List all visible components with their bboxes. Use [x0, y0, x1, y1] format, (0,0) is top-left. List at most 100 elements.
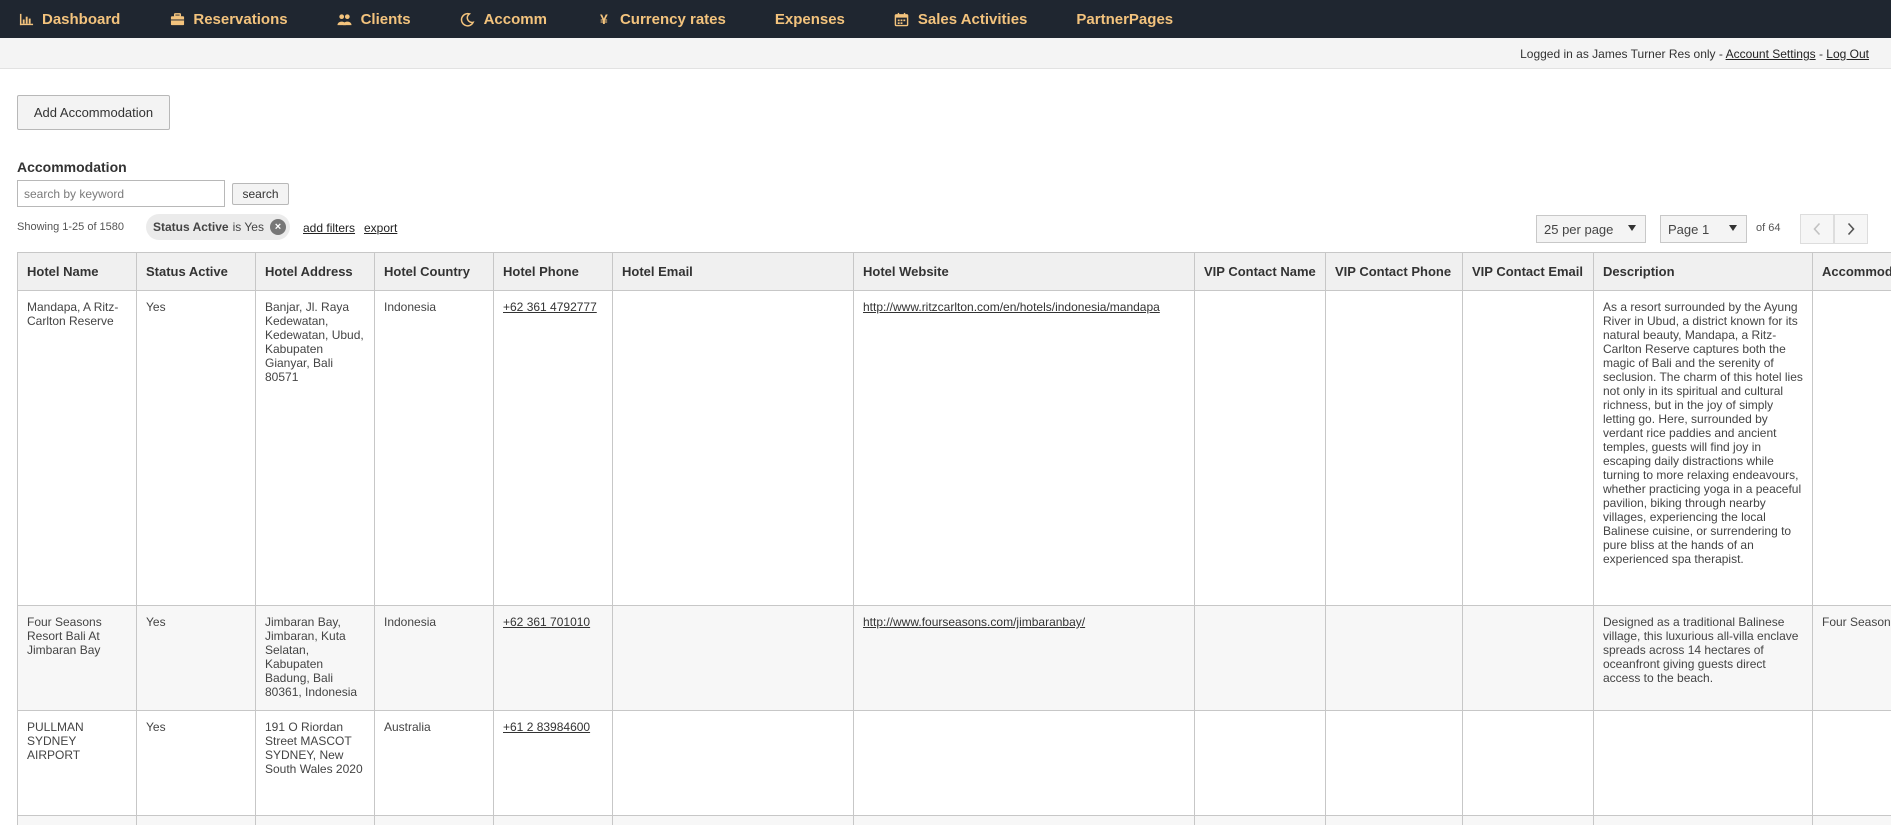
- phone-link[interactable]: +62 361 701010: [503, 615, 590, 629]
- nav-label: PartnerPages: [1076, 10, 1174, 28]
- cell-website: [853, 710, 1195, 816]
- filter-chip: Status Active is Yes ×: [146, 214, 290, 240]
- cell-vip-email: [1462, 710, 1594, 816]
- separator: -: [1815, 47, 1827, 61]
- cell-description: [1593, 710, 1813, 816]
- cell-accommodation: Four Seasons: [1812, 605, 1891, 711]
- search-button[interactable]: search: [232, 183, 289, 205]
- header-status-active[interactable]: Status Active: [136, 252, 256, 291]
- moon-icon: [460, 11, 476, 27]
- cell-accommodation: [1812, 710, 1891, 816]
- briefcase-icon: [169, 11, 185, 27]
- cell-vip-name: [1194, 290, 1326, 606]
- calendar-icon: [894, 11, 910, 27]
- cell-vip-phone: [1325, 710, 1463, 816]
- cell-email: [612, 710, 854, 816]
- nav-currency-rates[interactable]: ¥ Currency rates: [596, 11, 726, 28]
- nav-accomm[interactable]: Accomm: [460, 11, 547, 28]
- filter-field: Status Active: [153, 220, 229, 234]
- nav-label: Clients: [360, 10, 411, 28]
- cell-country: Australia: [374, 710, 494, 816]
- cell-website: http://www.fourseasons.com/jimbaranbay/: [853, 605, 1195, 711]
- nav-clients[interactable]: Clients: [337, 11, 411, 28]
- prev-page-button[interactable]: [1800, 214, 1834, 244]
- cell-vip-email: [1462, 290, 1594, 606]
- table-row[interactable]: [17, 815, 1891, 825]
- header-hotel-country[interactable]: Hotel Country: [374, 252, 494, 291]
- cell-vip-phone: [1325, 290, 1463, 606]
- cell-country: Indonesia: [374, 605, 494, 711]
- chevron-left-icon: [1813, 222, 1821, 236]
- cell-website: http://www.ritzcarlton.com/en/hotels/ind…: [853, 290, 1195, 606]
- phone-link[interactable]: +62 361 4792777: [503, 300, 597, 314]
- cell-vip-email: [1462, 605, 1594, 711]
- nav-label: Currency rates: [619, 10, 726, 28]
- logged-in-text: Logged in as James Turner Res only -: [1520, 47, 1726, 61]
- accommodation-table: Hotel Name Status Active Hotel Address H…: [17, 252, 1891, 825]
- table-header-row: Hotel Name Status Active Hotel Address H…: [17, 252, 1891, 291]
- phone-link[interactable]: +61 2 83984600: [503, 720, 590, 734]
- nav-expenses[interactable]: Expenses: [775, 11, 845, 28]
- page-select[interactable]: Page 1: [1660, 215, 1747, 243]
- next-page-button[interactable]: [1834, 214, 1868, 244]
- add-filters-link[interactable]: add filters: [303, 221, 355, 235]
- cell-status: Yes: [136, 605, 256, 711]
- cell-status: Yes: [136, 710, 256, 816]
- chevron-right-icon: [1847, 222, 1855, 236]
- logout-link[interactable]: Log Out: [1826, 47, 1869, 61]
- page-count: of 64: [1756, 222, 1781, 234]
- cell-hotel-name: PULLMAN SYDNEY AIRPORT: [17, 710, 137, 816]
- header-vip-contact-phone[interactable]: VIP Contact Phone: [1325, 252, 1463, 291]
- header-hotel-name[interactable]: Hotel Name: [17, 252, 137, 291]
- header-hotel-address[interactable]: Hotel Address: [255, 252, 375, 291]
- cell-description: Designed as a traditional Balinese villa…: [1593, 605, 1813, 711]
- chevron-down-icon: [1729, 225, 1737, 231]
- nav-label: Sales Activities: [917, 10, 1028, 28]
- header-hotel-phone[interactable]: Hotel Phone: [493, 252, 613, 291]
- per-page-value: 25 per page: [1544, 221, 1614, 237]
- nav-label: Accomm: [483, 10, 547, 28]
- user-bar: Logged in as James Turner Res only - Acc…: [0, 38, 1891, 69]
- close-icon[interactable]: ×: [269, 219, 286, 235]
- table-row[interactable]: PULLMAN SYDNEY AIRPORT Yes 191 O Riordan…: [17, 710, 1891, 816]
- account-settings-link[interactable]: Account Settings: [1726, 47, 1816, 61]
- header-hotel-email[interactable]: Hotel Email: [612, 252, 854, 291]
- website-link[interactable]: http://www.ritzcarlton.com/en/hotels/ind…: [863, 300, 1160, 314]
- cell-vip-name: [1194, 605, 1326, 711]
- header-description[interactable]: Description: [1593, 252, 1813, 291]
- cell-phone: +62 361 701010: [493, 605, 613, 711]
- cell-address: Banjar, Jl. Raya Kedewatan, Kedewatan, U…: [255, 290, 375, 606]
- yen-icon: ¥: [600, 11, 608, 27]
- filter-text: is Yes: [232, 220, 264, 234]
- nav-sales-activities[interactable]: Sales Activities: [894, 10, 1028, 28]
- header-hotel-website[interactable]: Hotel Website: [853, 252, 1195, 291]
- nav-partnerpages[interactable]: PartnerPages: [1076, 11, 1173, 28]
- users-icon: [337, 11, 353, 27]
- chevron-down-icon: [1628, 225, 1636, 231]
- add-accommodation-button[interactable]: Add Accommodation: [17, 95, 170, 130]
- cell-vip-name: [1194, 710, 1326, 816]
- user-info: Logged in as James Turner Res only - Acc…: [1520, 47, 1869, 61]
- export-link[interactable]: export: [364, 221, 397, 235]
- nav-label: Expenses: [774, 10, 845, 28]
- header-accommodation[interactable]: Accommod: [1812, 252, 1891, 291]
- cell-status: Yes: [136, 290, 256, 606]
- nav-label: Dashboard: [42, 10, 121, 28]
- cell-email: [612, 290, 854, 606]
- cell-vip-phone: [1325, 605, 1463, 711]
- website-link[interactable]: http://www.fourseasons.com/jimbaranbay/: [863, 615, 1085, 629]
- cell-accommodation: [1812, 290, 1891, 606]
- cell-phone: +61 2 83984600: [493, 710, 613, 816]
- nav-reservations[interactable]: Reservations: [169, 11, 288, 28]
- header-vip-contact-email[interactable]: VIP Contact Email: [1462, 252, 1594, 291]
- nav-dashboard[interactable]: Dashboard: [18, 11, 120, 28]
- header-vip-contact-name[interactable]: VIP Contact Name: [1194, 252, 1326, 291]
- cell-address: 191 O Riordan Street MASCOT SYDNEY, New …: [255, 710, 375, 816]
- cell-hotel-name: Mandapa, A Ritz-Carlton Reserve: [17, 290, 137, 606]
- cell-description: As a resort surrounded by the Ayung Rive…: [1593, 290, 1813, 606]
- table-row[interactable]: Four Seasons Resort Bali At Jimbaran Bay…: [17, 605, 1891, 711]
- cell-phone: +62 361 4792777: [493, 290, 613, 606]
- per-page-select[interactable]: 25 per page: [1536, 215, 1646, 243]
- search-input[interactable]: [17, 180, 225, 207]
- table-row[interactable]: Mandapa, A Ritz-Carlton Reserve Yes Banj…: [17, 290, 1891, 606]
